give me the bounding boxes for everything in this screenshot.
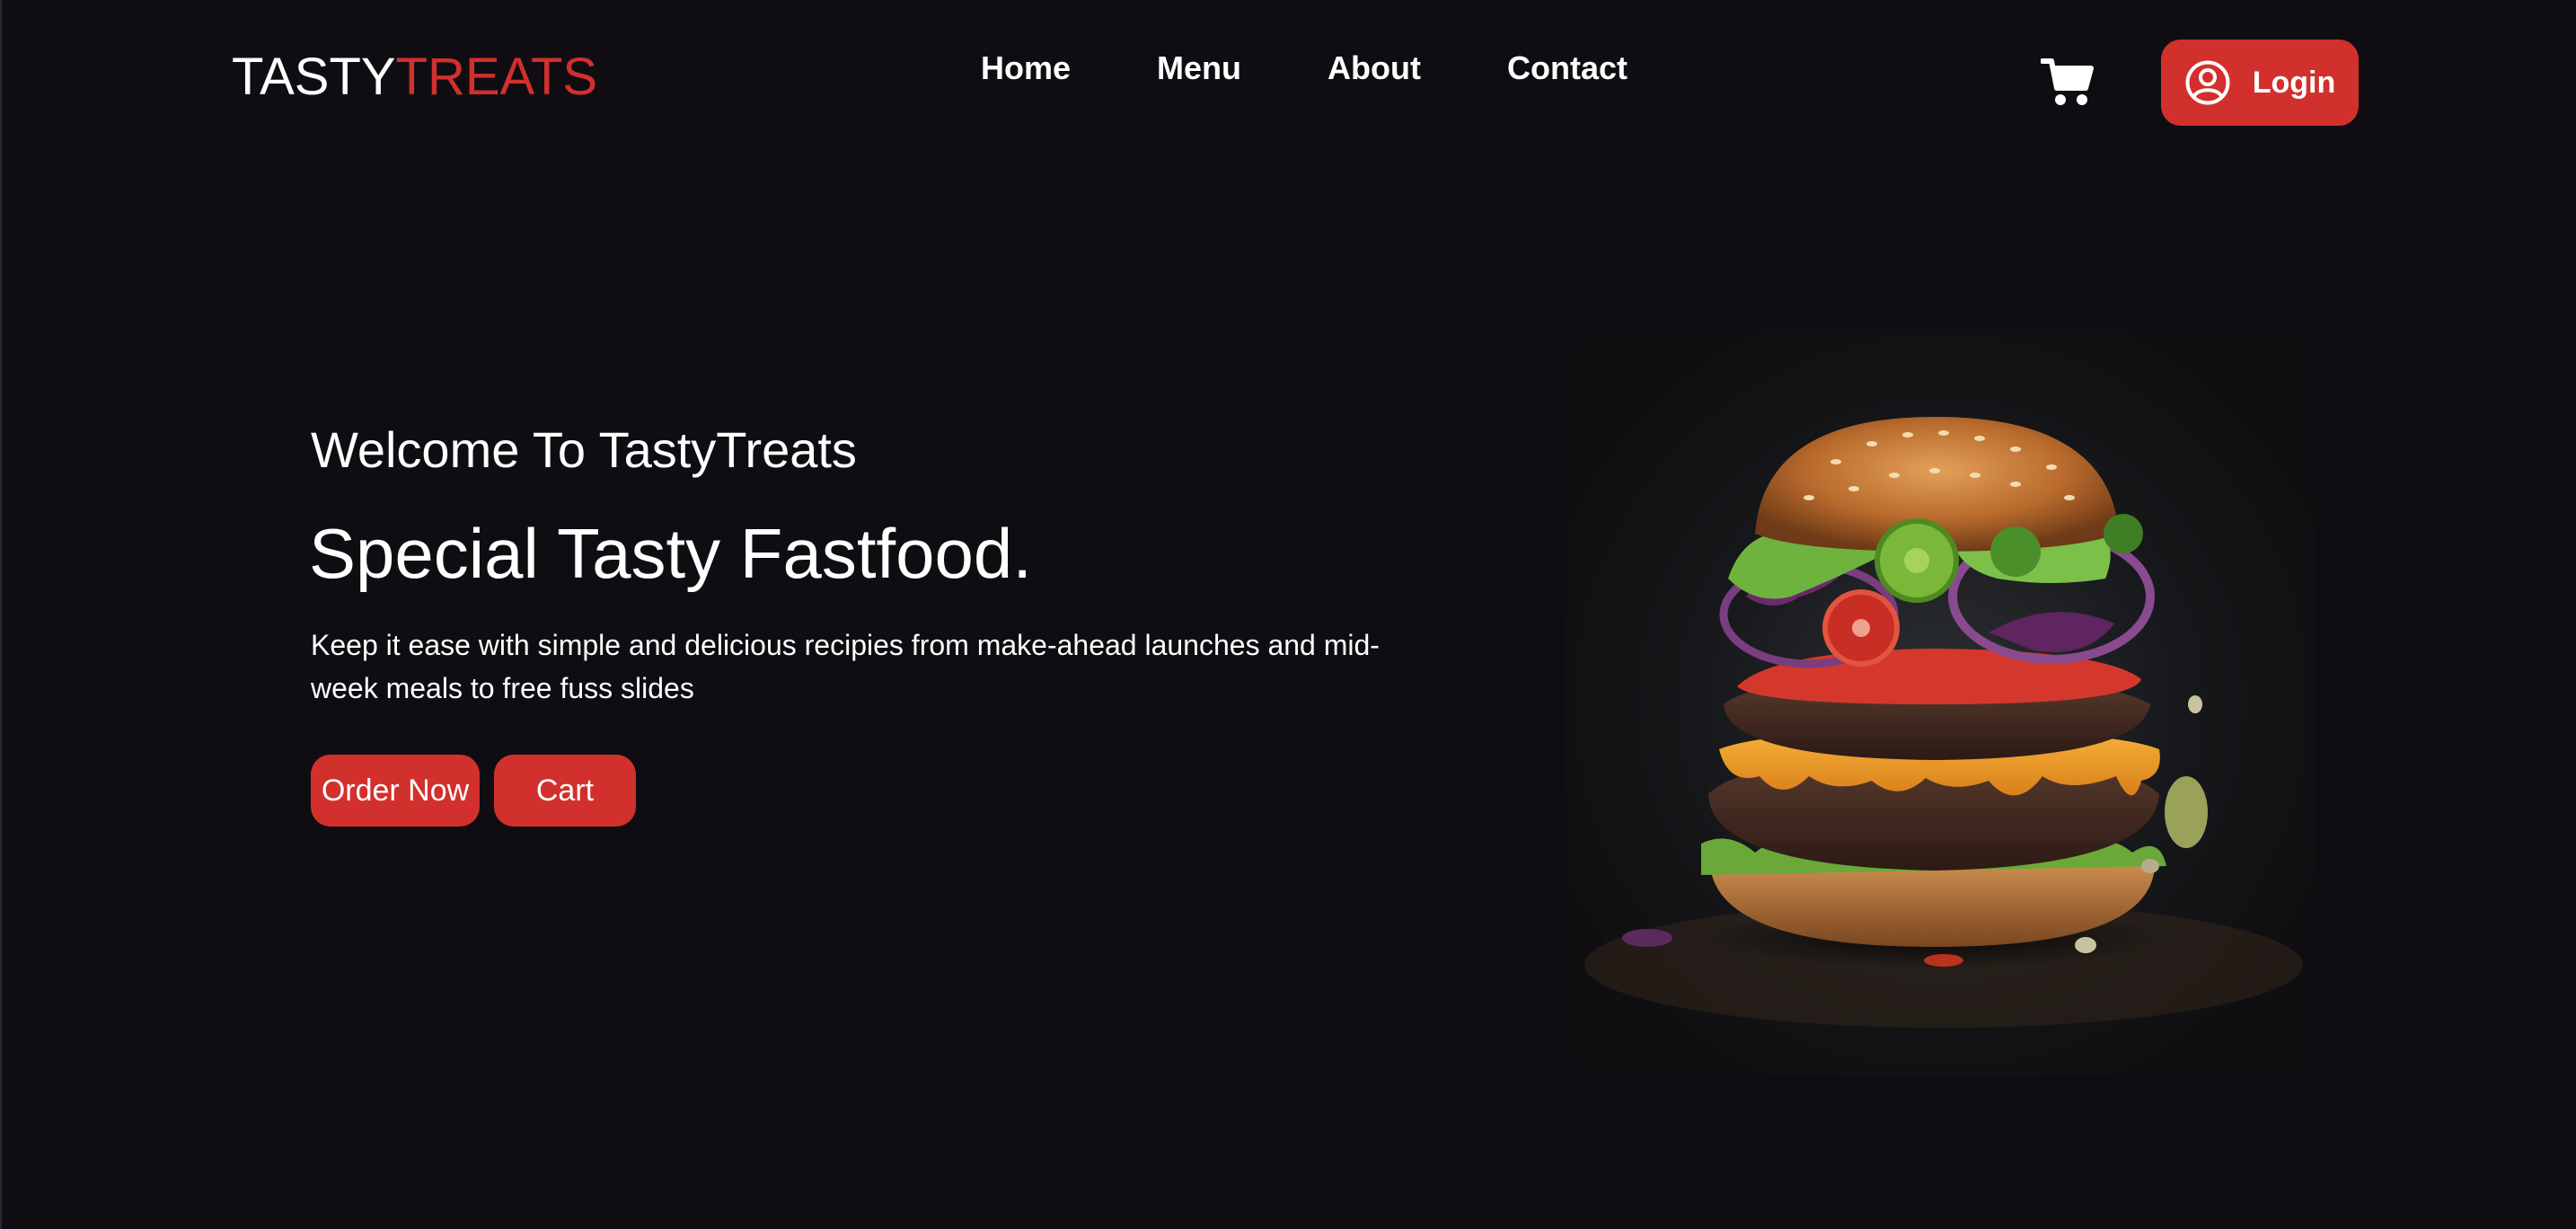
hero-description: Keep it ease with simple and delicious r… (311, 629, 1380, 704)
cart-button[interactable]: Cart (494, 755, 636, 827)
hero-subtitle: Welcome To TastyTreats (311, 421, 857, 478)
burger-illustration (1584, 417, 2303, 1028)
login-label: Login (2252, 65, 2336, 100)
nav-home[interactable]: Home (981, 45, 1071, 92)
page: TASTYTREATS Home Menu About Contact Logi… (0, 0, 2576, 1229)
hero-title: Special Tasty Fastfood. (309, 514, 1032, 593)
order-now-button[interactable]: Order Now (311, 755, 480, 827)
nav-about[interactable]: About (1328, 45, 1421, 92)
shopping-cart-icon[interactable] (2040, 56, 2095, 108)
main-nav: Home Menu About Contact (981, 45, 1628, 92)
nav-contact[interactable]: Contact (1507, 45, 1628, 92)
burger-image (1566, 327, 2316, 1076)
logo[interactable]: TASTYTREATS (232, 45, 597, 110)
logo-text-accent: TREATS (395, 48, 598, 106)
logo-text-primary: TASTY (232, 48, 396, 106)
user-circle-icon (2185, 60, 2230, 105)
login-button[interactable]: Login (2161, 40, 2359, 126)
hero-actions: Order Now Cart (311, 755, 636, 827)
nav-menu[interactable]: Menu (1157, 45, 1241, 92)
